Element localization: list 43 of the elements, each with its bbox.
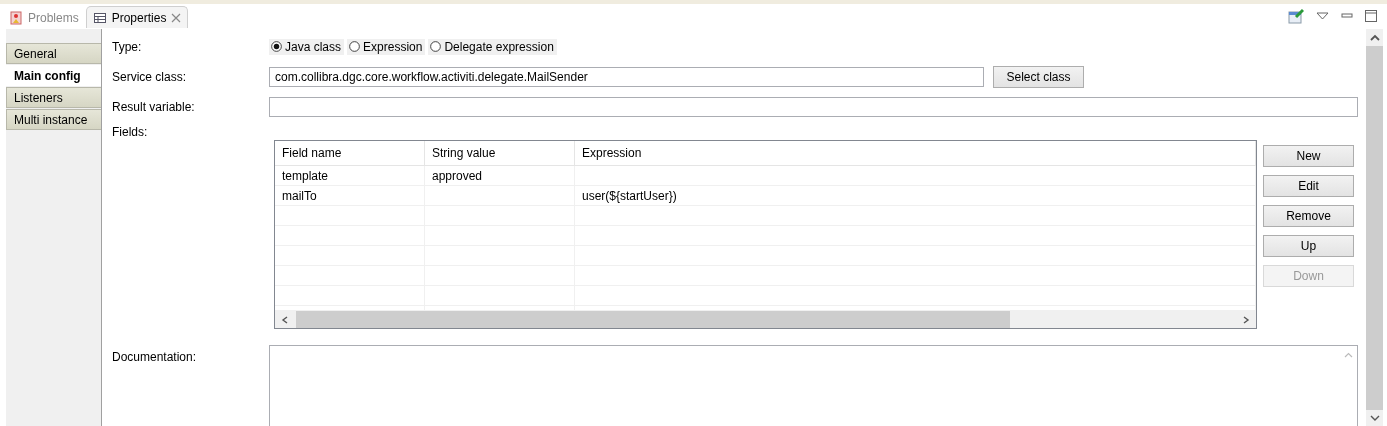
problems-icon xyxy=(9,10,23,25)
radio-option[interactable]: Java class xyxy=(269,38,345,55)
horizontal-scrollbar[interactable] xyxy=(275,311,1256,328)
field-label: Type: xyxy=(112,39,143,54)
scroll-down-icon[interactable] xyxy=(1369,415,1380,422)
radio-option[interactable]: Expression xyxy=(347,38,426,55)
radio-icon[interactable] xyxy=(430,41,442,53)
close-icon[interactable] xyxy=(171,12,182,23)
vertical-scrollbar[interactable] xyxy=(1366,29,1383,426)
radio-icon[interactable] xyxy=(349,41,361,53)
table-cell: user(${startUser}) xyxy=(575,186,1256,205)
view-tab[interactable]: Problems xyxy=(2,6,86,28)
view-menu-icon[interactable] xyxy=(1316,12,1329,20)
select-class-button[interactable]: Select class xyxy=(993,65,1084,88)
column-header[interactable]: Field name xyxy=(275,141,425,165)
properties-icon xyxy=(92,10,107,25)
radio-icon[interactable] xyxy=(271,41,282,53)
result-variable-field[interactable] xyxy=(269,97,1358,118)
field-label: Documentation: xyxy=(112,349,198,364)
table-cell: template xyxy=(275,166,425,185)
field-label: Fields: xyxy=(112,125,149,140)
field-label: Service class: xyxy=(112,69,188,84)
table-action-button[interactable]: Up xyxy=(1263,235,1354,257)
documentation-field[interactable] xyxy=(269,345,1358,426)
radio-option[interactable]: Delegate expression xyxy=(428,38,557,55)
maximize-icon[interactable] xyxy=(1365,10,1377,22)
column-header[interactable]: String value xyxy=(425,141,575,165)
table-action-button[interactable]: Remove xyxy=(1263,205,1354,227)
sidebar-tab[interactable]: Listeners xyxy=(6,87,101,108)
sidebar-tab[interactable]: Main config xyxy=(6,65,101,86)
field-label: Result variable: xyxy=(112,100,196,115)
scroll-up-icon[interactable] xyxy=(1369,34,1380,41)
view-tab[interactable]: Properties xyxy=(85,6,189,28)
sidebar-tab[interactable]: Multi instance xyxy=(6,109,101,130)
table-action-button[interactable]: New xyxy=(1263,145,1354,167)
table-cell: mailTo xyxy=(275,186,425,205)
column-header[interactable]: Expression xyxy=(575,141,1256,165)
service-class-field[interactable]: com.collibra.dgc.core.workflow.activiti.delegate.MailSender xyxy=(269,66,984,87)
table-cell: approved xyxy=(425,166,575,185)
minimize-icon[interactable] xyxy=(1341,13,1353,19)
table-action-button[interactable]: Edit xyxy=(1263,175,1354,197)
pin-icon[interactable] xyxy=(1288,8,1304,24)
sidebar-tab[interactable]: General xyxy=(6,43,101,64)
